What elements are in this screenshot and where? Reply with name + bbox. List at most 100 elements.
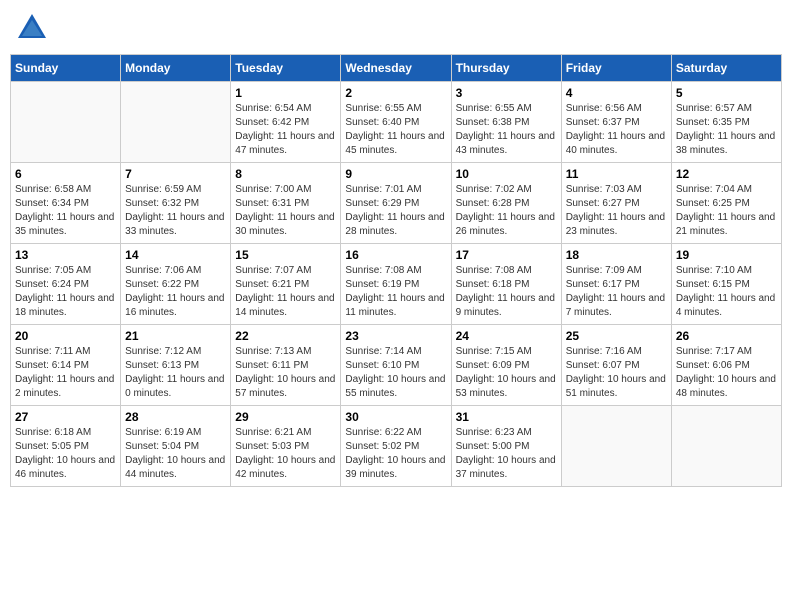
day-number: 29 [235, 410, 336, 424]
calendar-week-4: 20 Sunrise: 7:11 AM Sunset: 6:14 PM Dayli… [11, 325, 782, 406]
day-detail: Sunrise: 7:01 AM Sunset: 6:29 PM Dayligh… [345, 183, 446, 239]
day-detail: Sunrise: 6:54 AM Sunset: 6:42 PM Dayligh… [235, 102, 336, 158]
calendar-cell [671, 406, 781, 487]
day-detail: Sunrise: 7:17 AM Sunset: 6:06 PM Dayligh… [676, 345, 777, 401]
day-detail: Sunrise: 7:06 AM Sunset: 6:22 PM Dayligh… [125, 264, 226, 320]
day-number: 31 [456, 410, 557, 424]
calendar-cell: 19 Sunrise: 7:10 AM Sunset: 6:15 PM Dayli… [671, 244, 781, 325]
weekday-header-thursday: Thursday [451, 55, 561, 82]
calendar-cell: 23 Sunrise: 7:14 AM Sunset: 6:10 PM Dayli… [341, 325, 451, 406]
day-number: 18 [566, 248, 667, 262]
day-number: 19 [676, 248, 777, 262]
logo-icon [14, 10, 50, 46]
day-detail: Sunrise: 7:15 AM Sunset: 6:09 PM Dayligh… [456, 345, 557, 401]
calendar-cell: 27 Sunrise: 6:18 AM Sunset: 5:05 PM Dayli… [11, 406, 121, 487]
day-detail: Sunrise: 6:55 AM Sunset: 6:40 PM Dayligh… [345, 102, 446, 158]
day-number: 27 [15, 410, 116, 424]
calendar-cell: 20 Sunrise: 7:11 AM Sunset: 6:14 PM Dayli… [11, 325, 121, 406]
day-detail: Sunrise: 7:02 AM Sunset: 6:28 PM Dayligh… [456, 183, 557, 239]
calendar-cell: 16Sunrise: 7:08 AM Sunset: 6:19 PM Dayli… [341, 244, 451, 325]
day-number: 20 [15, 329, 116, 343]
day-detail: Sunrise: 7:08 AM Sunset: 6:19 PM Dayligh… [345, 264, 446, 320]
calendar-cell: 29 Sunrise: 6:21 AM Sunset: 5:03 PM Dayli… [231, 406, 341, 487]
calendar-week-1: 1 Sunrise: 6:54 AM Sunset: 6:42 PM Daylig… [11, 82, 782, 163]
day-number: 26 [676, 329, 777, 343]
calendar-cell: 28 Sunrise: 6:19 AM Sunset: 5:04 PM Dayli… [121, 406, 231, 487]
weekday-header-wednesday: Wednesday [341, 55, 451, 82]
calendar-cell [561, 406, 671, 487]
day-detail: Sunrise: 6:23 AM Sunset: 5:00 PM Dayligh… [456, 426, 557, 482]
calendar-cell: 7 Sunrise: 6:59 AM Sunset: 6:32 PM Daylig… [121, 163, 231, 244]
calendar-cell: 13Sunrise: 7:05 AM Sunset: 6:24 PM Dayli… [11, 244, 121, 325]
day-number: 23 [345, 329, 446, 343]
weekday-header-friday: Friday [561, 55, 671, 82]
day-number: 8 [235, 167, 336, 181]
day-detail: Sunrise: 6:58 AM Sunset: 6:34 PM Dayligh… [15, 183, 116, 239]
day-detail: Sunrise: 6:21 AM Sunset: 5:03 PM Dayligh… [235, 426, 336, 482]
day-number: 25 [566, 329, 667, 343]
weekday-header-saturday: Saturday [671, 55, 781, 82]
day-number: 5 [676, 86, 777, 100]
day-detail: Sunrise: 7:10 AM Sunset: 6:15 PM Dayligh… [676, 264, 777, 320]
calendar-cell: 10 Sunrise: 7:02 AM Sunset: 6:28 PM Dayli… [451, 163, 561, 244]
day-number: 22 [235, 329, 336, 343]
calendar-cell: 24 Sunrise: 7:15 AM Sunset: 6:09 PM Dayli… [451, 325, 561, 406]
day-number: 28 [125, 410, 226, 424]
day-detail: Sunrise: 6:55 AM Sunset: 6:38 PM Dayligh… [456, 102, 557, 158]
day-detail: Sunrise: 7:03 AM Sunset: 6:27 PM Dayligh… [566, 183, 667, 239]
day-number: 10 [456, 167, 557, 181]
day-detail: Sunrise: 7:04 AM Sunset: 6:25 PM Dayligh… [676, 183, 777, 239]
day-detail: Sunrise: 7:14 AM Sunset: 6:10 PM Dayligh… [345, 345, 446, 401]
calendar-cell [121, 82, 231, 163]
logo [14, 10, 54, 46]
day-detail: Sunrise: 7:08 AM Sunset: 6:18 PM Dayligh… [456, 264, 557, 320]
weekday-header-sunday: Sunday [11, 55, 121, 82]
day-number: 7 [125, 167, 226, 181]
day-number: 6 [15, 167, 116, 181]
calendar-cell: 30 Sunrise: 6:22 AM Sunset: 5:02 PM Dayli… [341, 406, 451, 487]
calendar-cell: 3 Sunrise: 6:55 AM Sunset: 6:38 PM Daylig… [451, 82, 561, 163]
calendar-cell: 9 Sunrise: 7:01 AM Sunset: 6:29 PM Daylig… [341, 163, 451, 244]
day-number: 2 [345, 86, 446, 100]
day-detail: Sunrise: 6:57 AM Sunset: 6:35 PM Dayligh… [676, 102, 777, 158]
calendar-cell [11, 82, 121, 163]
day-number: 3 [456, 86, 557, 100]
calendar-cell: 15 Sunrise: 7:07 AM Sunset: 6:21 PM Dayli… [231, 244, 341, 325]
calendar-cell: 6 Sunrise: 6:58 AM Sunset: 6:34 PM Daylig… [11, 163, 121, 244]
day-detail: Sunrise: 6:19 AM Sunset: 5:04 PM Dayligh… [125, 426, 226, 482]
calendar-cell: 8Sunrise: 7:00 AM Sunset: 6:31 PM Daylig… [231, 163, 341, 244]
weekday-header-monday: Monday [121, 55, 231, 82]
weekday-header-row: SundayMondayTuesdayWednesdayThursdayFrid… [11, 55, 782, 82]
day-detail: Sunrise: 7:11 AM Sunset: 6:14 PM Dayligh… [15, 345, 116, 401]
day-number: 4 [566, 86, 667, 100]
day-number: 12 [676, 167, 777, 181]
calendar-cell: 11Sunrise: 7:03 AM Sunset: 6:27 PM Dayli… [561, 163, 671, 244]
day-number: 24 [456, 329, 557, 343]
calendar-cell: 2 Sunrise: 6:55 AM Sunset: 6:40 PM Daylig… [341, 82, 451, 163]
day-number: 21 [125, 329, 226, 343]
calendar-cell: 17Sunrise: 7:08 AM Sunset: 6:18 PM Dayli… [451, 244, 561, 325]
day-detail: Sunrise: 7:07 AM Sunset: 6:21 PM Dayligh… [235, 264, 336, 320]
calendar-cell: 18Sunrise: 7:09 AM Sunset: 6:17 PM Dayli… [561, 244, 671, 325]
calendar-week-3: 13Sunrise: 7:05 AM Sunset: 6:24 PM Dayli… [11, 244, 782, 325]
calendar-cell: 1 Sunrise: 6:54 AM Sunset: 6:42 PM Daylig… [231, 82, 341, 163]
calendar-cell: 25 Sunrise: 7:16 AM Sunset: 6:07 PM Dayli… [561, 325, 671, 406]
weekday-header-tuesday: Tuesday [231, 55, 341, 82]
calendar-table: SundayMondayTuesdayWednesdayThursdayFrid… [10, 54, 782, 487]
calendar-week-5: 27 Sunrise: 6:18 AM Sunset: 5:05 PM Dayli… [11, 406, 782, 487]
calendar-week-2: 6 Sunrise: 6:58 AM Sunset: 6:34 PM Daylig… [11, 163, 782, 244]
day-number: 15 [235, 248, 336, 262]
day-detail: Sunrise: 7:13 AM Sunset: 6:11 PM Dayligh… [235, 345, 336, 401]
day-detail: Sunrise: 6:22 AM Sunset: 5:02 PM Dayligh… [345, 426, 446, 482]
day-detail: Sunrise: 7:16 AM Sunset: 6:07 PM Dayligh… [566, 345, 667, 401]
day-number: 1 [235, 86, 336, 100]
calendar-cell: 5 Sunrise: 6:57 AM Sunset: 6:35 PM Daylig… [671, 82, 781, 163]
day-number: 9 [345, 167, 446, 181]
day-detail: Sunrise: 6:18 AM Sunset: 5:05 PM Dayligh… [15, 426, 116, 482]
calendar-cell: 22 Sunrise: 7:13 AM Sunset: 6:11 PM Dayli… [231, 325, 341, 406]
calendar-cell: 12 Sunrise: 7:04 AM Sunset: 6:25 PM Dayli… [671, 163, 781, 244]
calendar-cell: 4Sunrise: 6:56 AM Sunset: 6:37 PM Daylig… [561, 82, 671, 163]
day-detail: Sunrise: 6:59 AM Sunset: 6:32 PM Dayligh… [125, 183, 226, 239]
day-detail: Sunrise: 7:05 AM Sunset: 6:24 PM Dayligh… [15, 264, 116, 320]
day-number: 30 [345, 410, 446, 424]
